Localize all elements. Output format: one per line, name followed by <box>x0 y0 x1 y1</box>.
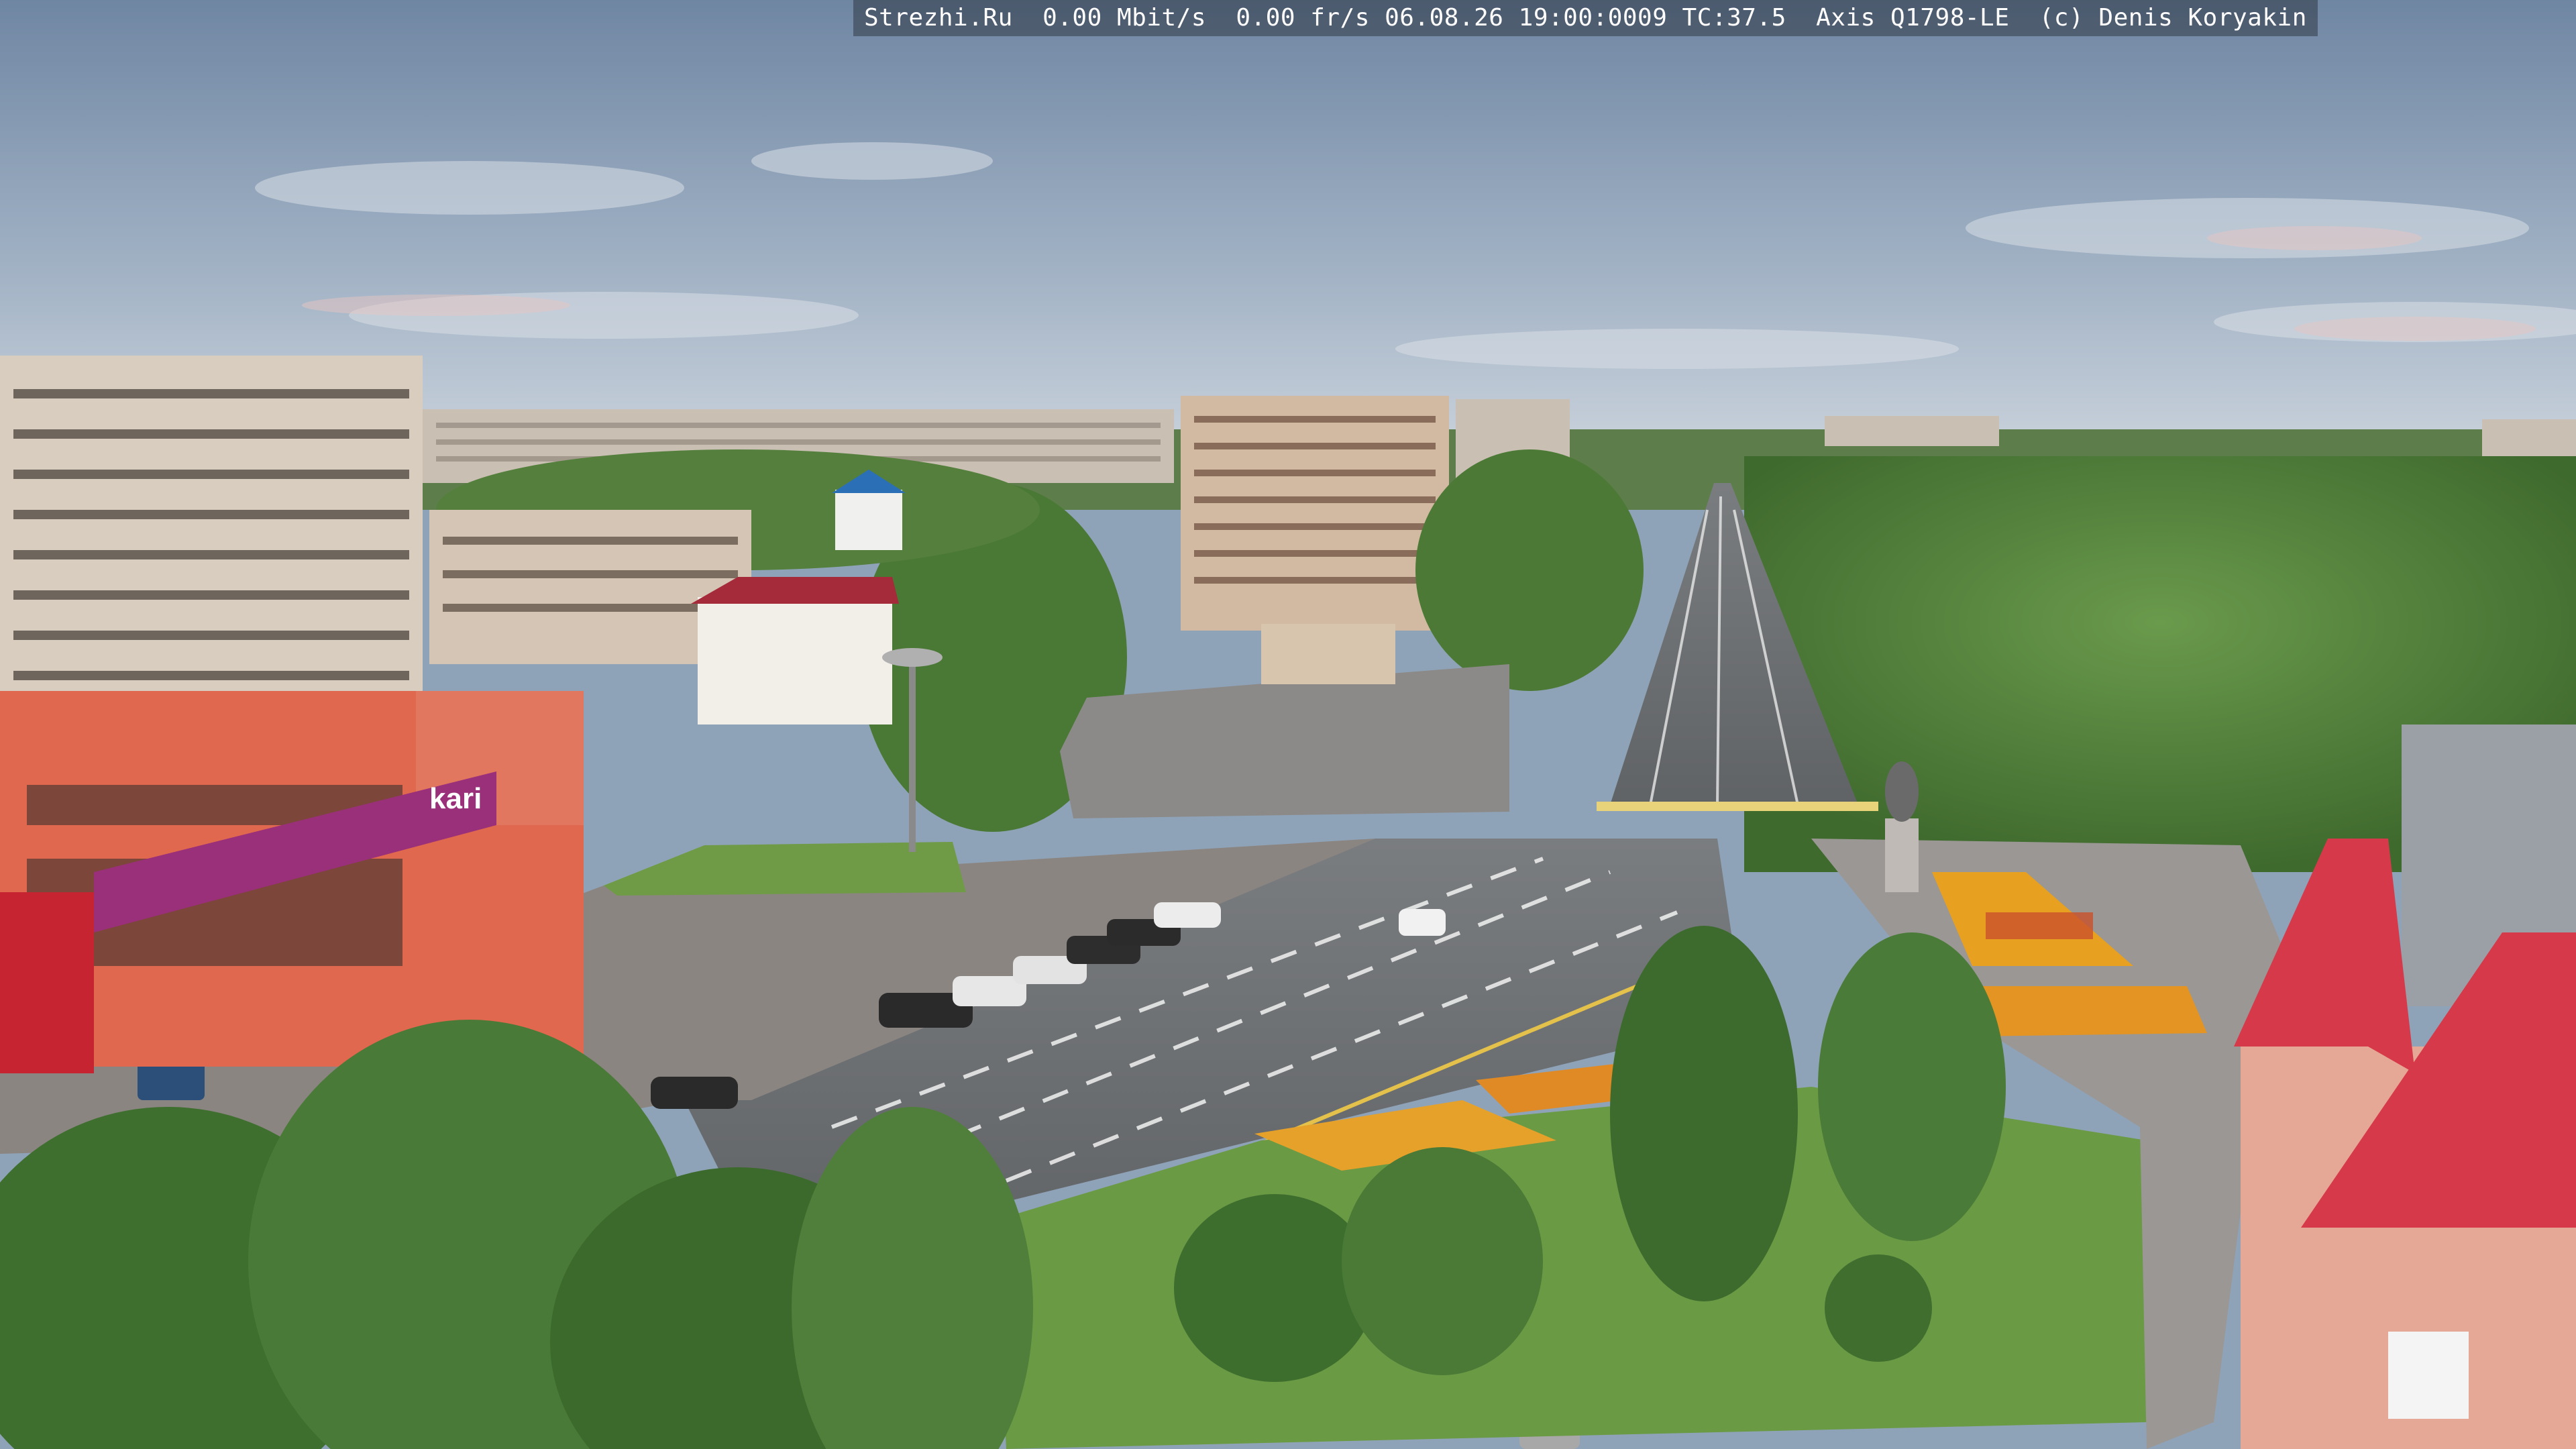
red-roof-house <box>698 597 892 724</box>
dormitory-building <box>1181 396 1449 631</box>
store-entrance-red <box>0 892 94 1073</box>
central-square <box>1060 664 1509 818</box>
city-street-scene: kari <box>0 0 2576 1449</box>
pink-building-window <box>2388 1332 2469 1419</box>
webcam-frame: kari Strezhi.Ru 0.00 Mbit/s 0.00 fr/s 06… <box>0 0 2576 1449</box>
monument-pedestal <box>1885 818 1919 892</box>
monument-statue <box>1885 761 1919 822</box>
camera-overlay-text: Strezhi.Ru 0.00 Mbit/s 0.00 fr/s 06.08.2… <box>853 0 2318 36</box>
pavilion-building <box>1261 624 1395 684</box>
blue-roof-tower <box>835 490 902 550</box>
crosswalk <box>1597 802 1878 811</box>
store-brand-sign: kari <box>429 782 482 815</box>
trees-center <box>1415 449 1644 691</box>
